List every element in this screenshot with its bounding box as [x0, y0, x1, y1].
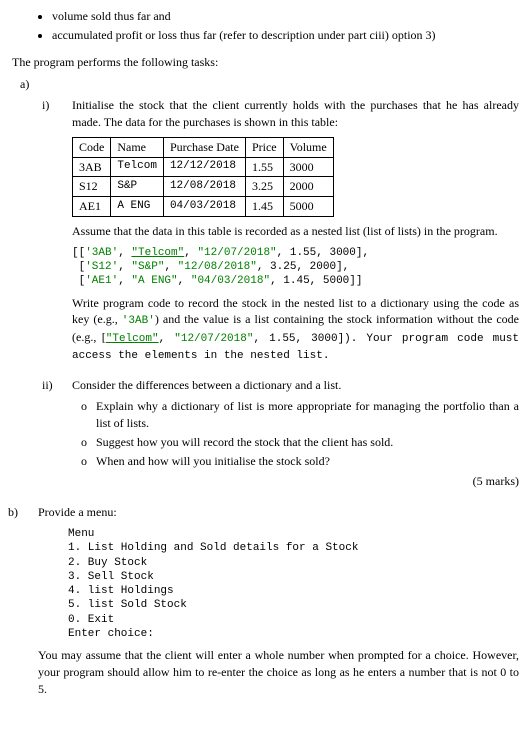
col-volume: Volume	[283, 137, 333, 157]
cell: 12/08/2018	[163, 177, 245, 197]
circle-bullet: o	[72, 434, 96, 451]
cell: 1.55	[245, 157, 283, 177]
intro-bullets: volume sold thus far and accumulated pro…	[12, 8, 519, 44]
bullet-2: accumulated profit or loss thus far (ref…	[52, 27, 519, 44]
cell: A ENG	[111, 197, 164, 217]
bullet-1: volume sold thus far and	[52, 8, 519, 25]
col-code: Code	[73, 137, 111, 157]
a-ii-sub2: Suggest how you will record the stock th…	[96, 434, 519, 451]
b-intro: Provide a menu:	[38, 504, 519, 521]
table-row: 3AB Telcom 12/12/2018 1.55 3000	[73, 157, 334, 177]
a-ii-marks: (5 marks)	[72, 473, 519, 490]
table-row: AE1 A ENG 04/03/2018 1.45 5000	[73, 197, 334, 217]
col-price: Price	[245, 137, 283, 157]
purchases-table: Code Name Purchase Date Price Volume 3AB…	[72, 137, 334, 217]
circle-bullet: o	[72, 453, 96, 470]
cell: AE1	[73, 197, 111, 217]
cell: 3000	[283, 157, 333, 177]
cell: S12	[73, 177, 111, 197]
cell: 04/03/2018	[163, 197, 245, 217]
nested-list-code: [['3AB', "Telcom", "12/07/2018", 1.55, 3…	[72, 246, 519, 289]
table-row: S12 S&P 12/08/2018 3.25 2000	[73, 177, 334, 197]
cell: 3AB	[73, 157, 111, 177]
part-a-i-label: i)	[42, 97, 72, 114]
circle-bullet: o	[72, 398, 96, 415]
cell: 3.25	[245, 177, 283, 197]
intro-text: The program performs the following tasks…	[12, 54, 519, 71]
cell: 12/12/2018	[163, 157, 245, 177]
b-note: You may assume that the client will ente…	[38, 647, 519, 697]
cell: Telcom	[111, 157, 164, 177]
a-ii-sub1: Explain why a dictionary of list is more…	[96, 398, 519, 432]
cell: 5000	[283, 197, 333, 217]
menu-block: Menu 1. List Holding and Sold details fo…	[68, 527, 519, 641]
col-name: Name	[111, 137, 164, 157]
cell: 2000	[283, 177, 333, 197]
cell: S&P	[111, 177, 164, 197]
table-header-row: Code Name Purchase Date Price Volume	[73, 137, 334, 157]
a-i-task: Write program code to record the stock i…	[72, 295, 519, 364]
a-i-intro: Initialise the stock that the client cur…	[72, 97, 519, 131]
part-a-label: a)	[20, 76, 519, 93]
a-ii-sub3: When and how will you initialise the sto…	[96, 453, 519, 470]
cell: 1.45	[245, 197, 283, 217]
a-i-assume: Assume that the data in this table is re…	[72, 223, 519, 240]
part-b-label: b)	[8, 504, 38, 521]
part-a-ii-label: ii)	[42, 377, 72, 394]
col-date: Purchase Date	[163, 137, 245, 157]
a-ii-intro: Consider the differences between a dicti…	[72, 377, 519, 394]
